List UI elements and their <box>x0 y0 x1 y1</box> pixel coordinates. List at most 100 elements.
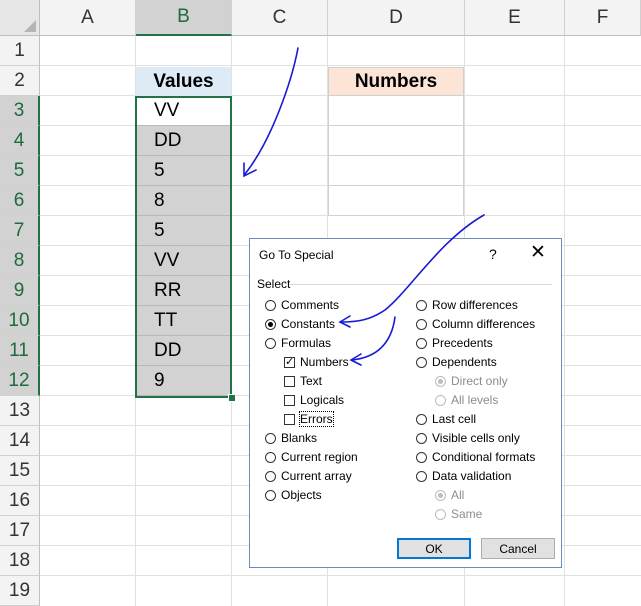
checkbox-logicals[interactable] <box>284 394 295 406</box>
option-visible-cells-only[interactable]: Visible cells only <box>416 431 520 445</box>
radio-formulas[interactable] <box>265 337 276 349</box>
row-header-5[interactable]: 5 <box>0 156 40 186</box>
option-conditional-formats[interactable]: Conditional formats <box>416 450 535 464</box>
row-header-19[interactable]: 19 <box>0 576 40 606</box>
radio-data-validation[interactable] <box>416 470 427 482</box>
option-data-validation-label: Data validation <box>432 469 512 483</box>
option-row-differences[interactable]: Row differences <box>416 298 518 312</box>
option-errors[interactable]: Errors <box>284 411 334 427</box>
checkbox-numbers[interactable]: ✓ <box>284 356 295 368</box>
option-last-cell[interactable]: Last cell <box>416 412 476 426</box>
select-group-label: Select <box>257 277 291 291</box>
option-logicals[interactable]: Logicals <box>284 393 344 407</box>
radio-all-levels[interactable] <box>435 394 446 406</box>
row-header-15[interactable]: 15 <box>0 456 40 486</box>
option-constants-label: Constants <box>281 317 336 331</box>
checkbox-errors[interactable] <box>284 413 295 425</box>
radio-same[interactable] <box>435 508 446 520</box>
option-logicals-label: Logicals <box>300 393 345 407</box>
option-numbers[interactable]: ✓ Numbers <box>284 355 349 369</box>
option-dependents[interactable]: Dependents <box>416 355 497 369</box>
option-formulas[interactable]: Formulas <box>265 336 331 350</box>
option-text-label: Text <box>300 374 323 388</box>
ok-button[interactable]: OK <box>397 538 471 559</box>
radio-visible-cells-only[interactable] <box>416 432 427 444</box>
radio-comments[interactable] <box>265 299 276 311</box>
radio-current-array[interactable] <box>265 470 276 482</box>
row-header-8[interactable]: 8 <box>0 246 40 276</box>
row-header-4[interactable]: 4 <box>0 126 40 156</box>
option-precedents-label: Precedents <box>432 336 493 350</box>
row-header-17[interactable]: 17 <box>0 516 40 546</box>
close-icon[interactable]: ✕ <box>530 242 546 264</box>
radio-last-cell[interactable] <box>416 413 427 425</box>
radio-all[interactable] <box>435 489 446 501</box>
option-row-differences-label: Row differences <box>432 298 518 312</box>
option-current-array[interactable]: Current array <box>265 469 352 483</box>
numbers-cell-d6[interactable] <box>328 186 464 216</box>
option-all-levels[interactable]: All levels <box>435 393 498 407</box>
radio-constants[interactable] <box>265 318 276 330</box>
option-formulas-label: Formulas <box>281 336 332 350</box>
row-header-10[interactable]: 10 <box>0 306 40 336</box>
row-header-9[interactable]: 9 <box>0 276 40 306</box>
fill-handle[interactable] <box>228 394 236 402</box>
select-all-triangle-icon <box>24 20 36 32</box>
checkbox-text[interactable] <box>284 375 295 387</box>
column-header-e[interactable]: E <box>465 0 565 36</box>
option-comments[interactable]: Comments <box>265 298 339 312</box>
option-all[interactable]: All <box>435 488 464 502</box>
numbers-header-cell[interactable]: Numbers <box>328 67 464 96</box>
radio-column-differences[interactable] <box>416 318 427 330</box>
radio-precedents[interactable] <box>416 337 427 349</box>
option-direct-only[interactable]: Direct only <box>435 374 508 388</box>
option-all-label: All <box>451 488 465 502</box>
numbers-cell-d4[interactable] <box>328 126 464 156</box>
numbers-cell-d5[interactable] <box>328 156 464 186</box>
row-header-13[interactable]: 13 <box>0 396 40 426</box>
row-header-1[interactable]: 1 <box>0 36 40 66</box>
option-blanks[interactable]: Blanks <box>265 431 317 445</box>
select-group-divider <box>290 284 552 285</box>
column-header-d[interactable]: D <box>328 0 465 36</box>
radio-current-region[interactable] <box>265 451 276 463</box>
values-header-cell[interactable]: Values <box>136 67 231 96</box>
radio-row-differences[interactable] <box>416 299 427 311</box>
option-same[interactable]: Same <box>435 507 482 521</box>
row-header-7[interactable]: 7 <box>0 216 40 246</box>
select-all-corner[interactable] <box>0 0 40 36</box>
radio-dependents[interactable] <box>416 356 427 368</box>
cancel-button[interactable]: Cancel <box>481 538 555 559</box>
radio-objects[interactable] <box>265 489 276 501</box>
column-header-c[interactable]: C <box>232 0 328 36</box>
dialog-title: Go To Special <box>259 248 334 262</box>
option-errors-label: Errors <box>299 411 334 427</box>
column-header-a[interactable]: A <box>40 0 136 36</box>
row-header-18[interactable]: 18 <box>0 546 40 576</box>
option-visible-cells-only-label: Visible cells only <box>432 431 520 445</box>
row-header-6[interactable]: 6 <box>0 186 40 216</box>
option-precedents[interactable]: Precedents <box>416 336 493 350</box>
column-header-f[interactable]: F <box>565 0 641 36</box>
radio-conditional-formats[interactable] <box>416 451 427 463</box>
option-current-array-label: Current array <box>281 469 352 483</box>
option-numbers-label: Numbers <box>300 355 349 369</box>
row-header-3[interactable]: 3 <box>0 96 40 126</box>
row-header-16[interactable]: 16 <box>0 486 40 516</box>
help-icon[interactable]: ? <box>489 246 497 262</box>
option-data-validation[interactable]: Data validation <box>416 469 511 483</box>
option-constants[interactable]: Constants <box>265 317 335 331</box>
numbers-cell-d3[interactable] <box>328 96 464 126</box>
row-header-12[interactable]: 12 <box>0 366 40 396</box>
row-header-2[interactable]: 2 <box>0 66 40 96</box>
option-current-region[interactable]: Current region <box>265 450 358 464</box>
radio-direct-only[interactable] <box>435 375 446 387</box>
row-header-11[interactable]: 11 <box>0 336 40 366</box>
option-text[interactable]: Text <box>284 374 322 388</box>
column-header-b[interactable]: B <box>136 0 232 36</box>
option-column-differences[interactable]: Column differences <box>416 317 535 331</box>
row-header-14[interactable]: 14 <box>0 426 40 456</box>
option-objects[interactable]: Objects <box>265 488 322 502</box>
option-objects-label: Objects <box>281 488 322 502</box>
radio-blanks[interactable] <box>265 432 276 444</box>
